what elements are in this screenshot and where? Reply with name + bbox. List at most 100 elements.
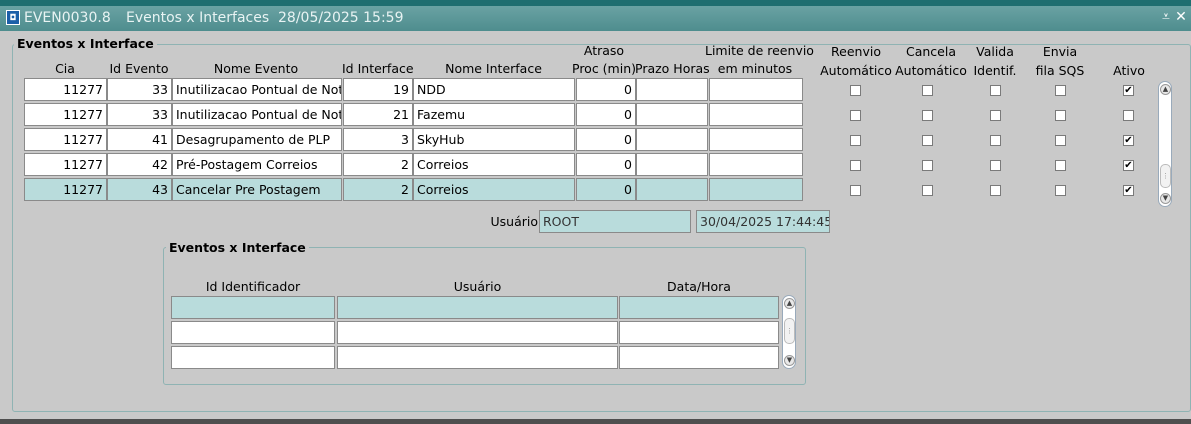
cell-id-interface[interactable]: 2 xyxy=(343,178,413,201)
cell-id-evento[interactable]: 33 xyxy=(107,78,172,101)
cell-limite[interactable] xyxy=(709,78,803,101)
cell-prazo[interactable] xyxy=(636,153,708,176)
detail-scroll-up-icon[interactable]: ▲ xyxy=(784,298,795,309)
checkbox-valida[interactable] xyxy=(990,185,1001,196)
usuario-datetime-field[interactable]: 30/04/2025 17:44:45 xyxy=(696,210,830,233)
header-nome-evento: Nome Evento xyxy=(213,61,299,76)
cell-id-evento[interactable]: 42 xyxy=(107,153,172,176)
title-bar[interactable]: ◘ EVEN0030.8 Eventos x Interfaces 28/05/… xyxy=(0,6,1191,31)
detail-cell-usuario[interactable] xyxy=(337,296,618,319)
cell-id-interface[interactable]: 19 xyxy=(343,78,413,101)
cell-limite[interactable] xyxy=(709,153,803,176)
checkbox-ativo[interactable] xyxy=(1123,110,1134,121)
checkbox-valida[interactable] xyxy=(990,160,1001,171)
detail-scroll-down-icon[interactable]: ▼ xyxy=(784,355,795,366)
cell-cia[interactable]: 11277 xyxy=(24,153,107,176)
scroll-thumb[interactable]: ⋮ xyxy=(1160,164,1171,188)
checkbox-ativo[interactable]: ✔ xyxy=(1123,135,1134,146)
checkbox-envia[interactable] xyxy=(1055,185,1066,196)
detail-cell-usuario[interactable] xyxy=(337,321,618,344)
detail-cell-id-identificador[interactable] xyxy=(171,321,335,344)
cell-atraso[interactable]: 0 xyxy=(576,78,636,101)
cell-nome-interface[interactable]: Correios xyxy=(413,178,575,201)
checkbox-reenvio[interactable] xyxy=(850,135,861,146)
panel-title: Eventos x Interface xyxy=(14,36,157,51)
close-icon[interactable]: ✕ xyxy=(1173,8,1189,26)
detail-cell-data-hora[interactable] xyxy=(619,321,779,344)
header-cia: Cia xyxy=(55,61,75,76)
checkbox-cancela[interactable] xyxy=(922,85,933,96)
cell-cia[interactable]: 11277 xyxy=(24,128,107,151)
cell-cia[interactable]: 11277 xyxy=(24,78,107,101)
cell-prazo[interactable] xyxy=(636,103,708,126)
checkbox-reenvio[interactable] xyxy=(850,185,861,196)
cell-prazo[interactable] xyxy=(636,178,708,201)
cell-id-interface[interactable]: 21 xyxy=(343,103,413,126)
cell-nome-interface[interactable]: Correios xyxy=(413,153,575,176)
cell-atraso[interactable]: 0 xyxy=(576,178,636,201)
usuario-field[interactable]: ROOT xyxy=(539,210,691,233)
cell-cia[interactable]: 11277 xyxy=(24,103,107,126)
checkbox-cancela[interactable] xyxy=(922,160,933,171)
cell-id-interface[interactable]: 2 xyxy=(343,153,413,176)
cell-nome-evento[interactable]: Inutilizacao Pontual de Nota xyxy=(172,78,342,101)
cell-atraso[interactable]: 0 xyxy=(576,153,636,176)
detail-cell-data-hora[interactable] xyxy=(619,296,779,319)
cell-nome-interface[interactable]: SkyHub xyxy=(413,128,575,151)
minimize-icon[interactable]: ⩡ xyxy=(1158,8,1174,26)
form-icon[interactable]: ◘ xyxy=(6,10,20,25)
cell-atraso[interactable]: 0 xyxy=(576,103,636,126)
cell-id-interface[interactable]: 3 xyxy=(343,128,413,151)
checkbox-cancela[interactable] xyxy=(922,135,933,146)
cell-limite[interactable] xyxy=(709,178,803,201)
cell-cia[interactable]: 11277 xyxy=(24,178,107,201)
window-datetime: 28/05/2025 15:59 xyxy=(278,10,404,26)
header-valida-identif: Identif. xyxy=(973,63,1017,78)
detail-cell-usuario[interactable] xyxy=(337,346,618,369)
checkbox-ativo[interactable]: ✔ xyxy=(1123,160,1134,171)
checkbox-envia[interactable] xyxy=(1055,160,1066,171)
cell-nome-evento[interactable]: Desagrupamento de PLP xyxy=(172,128,342,151)
checkbox-envia[interactable] xyxy=(1055,110,1066,121)
cell-id-evento[interactable]: 33 xyxy=(107,103,172,126)
checkbox-cancela[interactable] xyxy=(922,110,933,121)
header-envia-sqs: fila SQS xyxy=(1035,63,1085,78)
scroll-down-icon[interactable]: ▼ xyxy=(1160,193,1171,204)
detail-scroll-thumb[interactable]: ⋮ xyxy=(784,318,795,344)
checkbox-ativo[interactable]: ✔ xyxy=(1123,185,1134,196)
header-nome-interface: Nome Interface xyxy=(445,61,542,76)
usuario-label: Usuário xyxy=(490,214,538,229)
checkbox-reenvio[interactable] xyxy=(850,160,861,171)
cell-id-evento[interactable]: 41 xyxy=(107,128,172,151)
cell-prazo[interactable] xyxy=(636,128,708,151)
checkbox-reenvio[interactable] xyxy=(850,110,861,121)
cell-nome-evento[interactable]: Cancelar Pre Postagem xyxy=(172,178,342,201)
checkbox-valida[interactable] xyxy=(990,110,1001,121)
cell-nome-interface[interactable]: Fazemu xyxy=(413,103,575,126)
checkbox-envia[interactable] xyxy=(1055,135,1066,146)
header-reenvio: Reenvio xyxy=(831,44,881,59)
checkbox-cancela[interactable] xyxy=(922,185,933,196)
cell-limite[interactable] xyxy=(709,103,803,126)
cell-limite[interactable] xyxy=(709,128,803,151)
grid-scrollbar[interactable]: ▲ ⋮ ▼ xyxy=(1158,81,1172,207)
checkbox-ativo[interactable]: ✔ xyxy=(1123,85,1134,96)
checkbox-valida[interactable] xyxy=(990,135,1001,146)
checkbox-reenvio[interactable] xyxy=(850,85,861,96)
scroll-up-icon[interactable]: ▲ xyxy=(1160,84,1171,95)
cell-nome-evento[interactable]: Inutilizacao Pontual de Nota xyxy=(172,103,342,126)
header-reenvio-auto: Automático xyxy=(820,63,892,78)
cell-id-evento[interactable]: 43 xyxy=(107,178,172,201)
cell-prazo[interactable] xyxy=(636,78,708,101)
cell-atraso[interactable]: 0 xyxy=(576,128,636,151)
checkbox-envia[interactable] xyxy=(1055,85,1066,96)
cell-nome-interface[interactable]: NDD xyxy=(413,78,575,101)
detail-cell-id-identificador[interactable] xyxy=(171,296,335,319)
cell-nome-evento[interactable]: Pré-Postagem Correios xyxy=(172,153,342,176)
bottom-border xyxy=(0,419,1191,424)
checkbox-valida[interactable] xyxy=(990,85,1001,96)
detail-cell-id-identificador[interactable] xyxy=(171,346,335,369)
detail-scrollbar[interactable]: ▲ ⋮ ▼ xyxy=(782,295,796,369)
detail-cell-data-hora[interactable] xyxy=(619,346,779,369)
header-cancela-auto: Automático xyxy=(895,63,967,78)
